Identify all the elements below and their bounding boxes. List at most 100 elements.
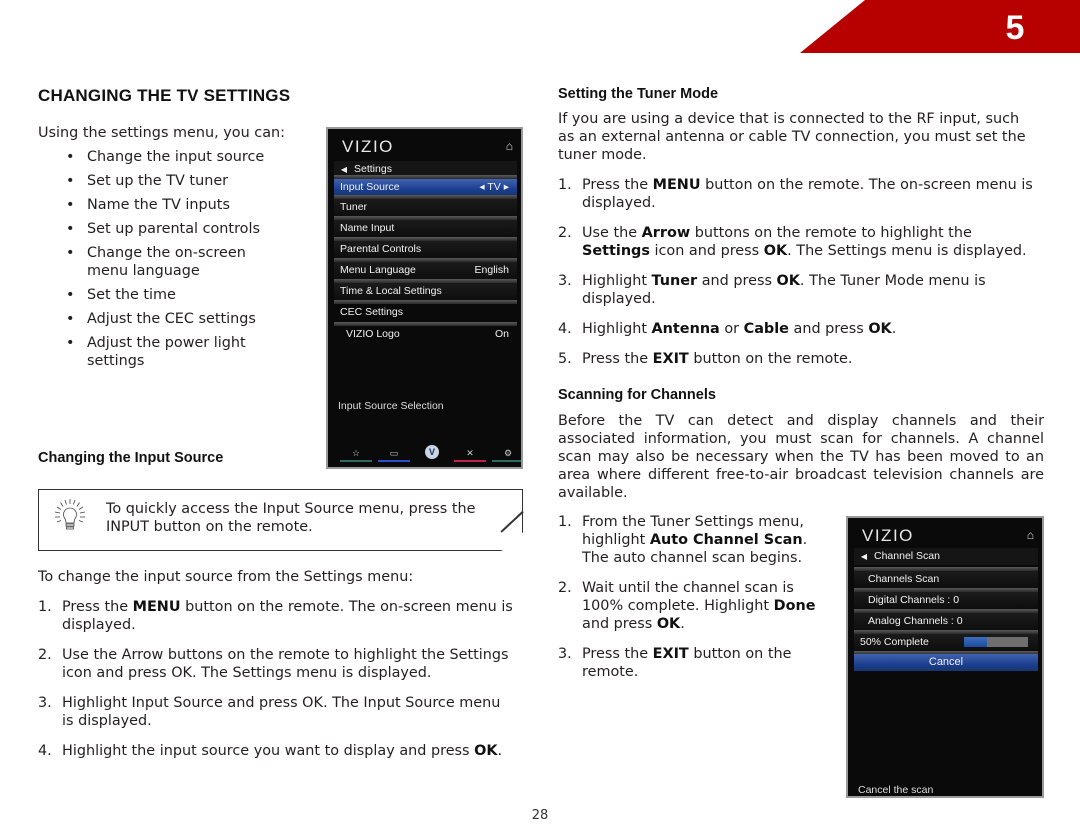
menu-item[interactable]: Parental Controls	[334, 241, 517, 258]
paragraph-line: as an external antenna or cable TV conne…	[558, 129, 1026, 145]
paragraph-line: tuner mode.	[558, 147, 647, 163]
step-item: 1. From the Tuner Settings menu, highlight…	[558, 513, 838, 567]
menu-item-label: Tuner	[340, 201, 368, 213]
progress-bar	[964, 637, 1028, 647]
gear-icon[interactable]: ⚙	[492, 448, 521, 462]
list-item-text: Change the on-screen	[87, 245, 246, 261]
menu-item[interactable]: Name Input	[334, 220, 517, 237]
list-item: • Name the TV inputs	[38, 196, 308, 214]
paragraph-line: area where different free-to-air broadca…	[558, 467, 1044, 483]
bullet-icon: •	[66, 221, 75, 237]
bold-term: Arrow	[641, 225, 691, 241]
menu-item[interactable]: VIZIO Logo On	[334, 326, 517, 343]
list-item-text: Set up the TV tuner	[87, 173, 229, 189]
step-text: 100% complete. Highlight Done	[582, 598, 816, 614]
step-text: The auto channel scan begins.	[582, 550, 803, 566]
step-text: From the Tuner Settings menu,	[582, 514, 804, 530]
vizio-logo: VIZIO	[862, 526, 914, 545]
footer-icon-glyph: ▭	[389, 448, 399, 458]
list-item-text: Set the time	[87, 287, 176, 303]
step-text: Highlight Tuner and press OK. The Tuner …	[582, 273, 986, 289]
bullet-icon: •	[66, 335, 75, 351]
step-number: 2.	[558, 580, 572, 596]
tip-text: To quickly access the Input Source menu,…	[106, 501, 476, 535]
cancel-button[interactable]: Cancel	[854, 654, 1038, 671]
list-item-text: menu language	[87, 263, 200, 279]
footer-underline	[454, 460, 486, 462]
step-number: 2.	[558, 225, 572, 241]
step-item: 3. Highlight Tuner and press OK. The Tune…	[558, 272, 1048, 308]
step-item: 2. Use the Arrow buttons on the remote to…	[38, 646, 528, 682]
step-text: highlight Auto Channel Scan.	[582, 532, 808, 548]
step-text: Highlight the input source you want to d…	[62, 743, 503, 759]
list-item-text: settings	[87, 353, 145, 369]
bold-term: Auto Channel Scan	[649, 532, 803, 548]
step-item: 5. Press the EXIT button on the remote.	[558, 350, 1048, 368]
step-number: 4.	[558, 321, 572, 337]
step-text: Use the Arrow buttons on the remote to h…	[582, 225, 972, 241]
list-item-text: Set up parental controls	[87, 221, 260, 237]
bold-term: EXIT	[652, 351, 689, 367]
step-text: Use the Arrow buttons on the remote to h…	[62, 647, 509, 663]
footer-icon-glyph: ⚙	[503, 448, 513, 458]
vizio-v-icon[interactable]: V	[416, 445, 448, 459]
back-arrow-icon: ◀	[860, 552, 868, 561]
step-item: 4. Highlight the input source you want to…	[38, 742, 528, 760]
tuner-mode-steps: 1. Press the MENU button on the remote. T…	[558, 176, 1048, 380]
scanning-intro: Before the TV can detect and display cha…	[558, 412, 1044, 502]
step-item: 2. Wait until the channel scan is 100% com…	[558, 579, 838, 633]
step-text: Highlight Antenna or Cable and press OK.	[582, 321, 897, 337]
step-text: Press the MENU button on the remote. The…	[62, 599, 513, 615]
scanning-steps: 1. From the Tuner Settings menu, highlight…	[558, 513, 838, 693]
bullet-icon: •	[66, 149, 75, 165]
step-text: and press OK.	[582, 616, 685, 632]
bold-term: OK	[868, 321, 892, 337]
bold-term: OK	[656, 616, 681, 632]
progress-label: 50% Complete	[860, 636, 929, 648]
step-text: Press the EXIT button on the	[582, 646, 792, 662]
menu-item[interactable]: CEC Settings	[334, 304, 517, 321]
paragraph-line: available.	[558, 485, 628, 501]
step-text: is displayed.	[62, 713, 152, 729]
menu-item[interactable]: Tuner	[334, 199, 517, 216]
menu-item[interactable]: Time & Local Settings	[334, 283, 517, 300]
footer-underline	[340, 460, 372, 462]
step-number: 5.	[558, 351, 572, 367]
paragraph-line: scan may also be necessary when the TV h…	[558, 449, 1044, 465]
bullet-icon: •	[66, 311, 75, 327]
section-title: CHANGING THE TV SETTINGS	[38, 86, 291, 105]
menu-item[interactable]: Menu Language English	[334, 262, 517, 279]
footer-icon-glyph: ☆	[351, 448, 361, 458]
menu-item[interactable]: Input Source ◂ TV ▸	[334, 179, 517, 196]
bullet-icon: •	[66, 197, 75, 213]
menu-item-label: Time & Local Settings	[340, 285, 442, 297]
step-number: 3.	[38, 695, 52, 711]
vizio-logo: VIZIO	[342, 137, 394, 156]
list-item: • Adjust the power light settings	[38, 334, 308, 370]
close-icon[interactable]: ✕	[454, 448, 486, 462]
scan-row: Channels Scan	[854, 571, 1038, 588]
step-item: 3. Highlight Input Source and press OK. T…	[38, 694, 528, 730]
step-text: Press the EXIT button on the remote.	[582, 351, 853, 367]
menu-header: ◀ Channel Scan	[854, 548, 1038, 565]
step-text: Wait until the channel scan is	[582, 580, 794, 596]
bold-term: EXIT	[652, 646, 689, 662]
separator	[334, 322, 517, 326]
menu-item-value: On	[494, 328, 509, 340]
menu-item-label: CEC Settings	[340, 306, 404, 318]
menu-description: Input Source Selection	[338, 400, 444, 412]
paragraph-line: Before the TV can detect and display cha…	[558, 413, 1044, 429]
menu-item-value: ◂ TV ▸	[479, 181, 509, 193]
step-text: Press the MENU button on the remote. The…	[582, 177, 1033, 193]
step-text: displayed.	[582, 291, 656, 307]
menu-item-value: English	[474, 264, 509, 276]
step-item: 4. Highlight Antenna or Cable and press O…	[558, 320, 1048, 338]
step-text: Highlight Input Source and press OK. The…	[62, 695, 501, 711]
widescreen-icon[interactable]: ▭	[378, 448, 410, 462]
step-item: 3. Press the EXIT button on the remote.	[558, 645, 838, 681]
tv-channel-scan-screenshot: VIZIO ⌂ ◀ Channel Scan Channels Scan Digi…	[846, 516, 1044, 798]
bold-term: Antenna	[651, 321, 720, 337]
star-icon[interactable]: ☆	[340, 448, 372, 462]
step-number: 1.	[558, 177, 572, 193]
list-item: • Set up the TV tuner	[38, 172, 308, 190]
